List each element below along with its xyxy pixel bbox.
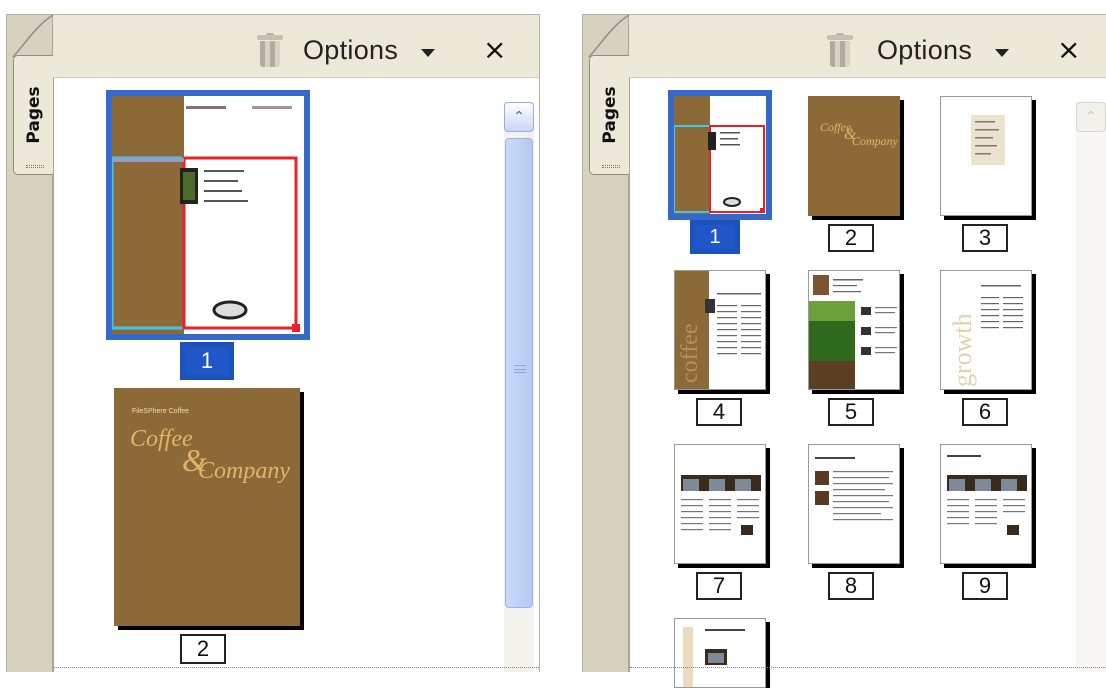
page-number-7[interactable]: 7 [696, 572, 742, 600]
tab-strip: Pages [7, 15, 54, 672]
page-thumbnail-8[interactable] [808, 444, 900, 564]
panel-header: Options × [53, 15, 539, 77]
page-number-8[interactable]: 8 [828, 572, 874, 600]
scroll-up-icon[interactable]: ⌃ [504, 102, 534, 132]
page-thumbnail-1[interactable] [674, 96, 766, 214]
page-6-preview: growth [948, 285, 1023, 387]
page-4-preview: coffee [675, 271, 761, 389]
page-thumbnail-10-partial[interactable] [674, 618, 766, 688]
page-thumbnail-6[interactable]: growth [940, 270, 1032, 390]
page-number-6[interactable]: 6 [962, 398, 1008, 426]
vertical-scrollbar[interactable]: ⌃ [1076, 102, 1106, 672]
caret-down-icon[interactable] [421, 49, 435, 57]
page-thumbnail-5[interactable] [808, 270, 900, 390]
pages-tab[interactable]: Pages [589, 55, 629, 175]
cover-heading: FileSPhere Coffee [132, 408, 190, 415]
vertical-scrollbar[interactable]: ⌃ [504, 102, 534, 672]
page-number-1[interactable]: 1 [180, 342, 234, 380]
pages-panel-right: Pages Options × 1 Coffee & Company 2 3 c… [582, 14, 1106, 688]
trash-icon[interactable] [827, 33, 853, 69]
pages-tab[interactable]: Pages [13, 55, 53, 175]
scroll-up-icon[interactable]: ⌃ [1076, 102, 1106, 132]
page-4-word: coffee [677, 323, 703, 383]
cover-title-line3: Company [852, 134, 898, 148]
page-thumbnail-9[interactable] [940, 444, 1032, 564]
page-9-preview [947, 455, 1027, 535]
panel-header: Options × [629, 15, 1106, 77]
page-10-preview [683, 627, 745, 687]
cover-title-line3: Company [198, 458, 290, 484]
close-icon[interactable]: × [1057, 33, 1080, 66]
caret-down-icon[interactable] [995, 49, 1009, 57]
page-number-5[interactable]: 5 [828, 398, 874, 426]
page-thumbnail-7[interactable] [674, 444, 766, 564]
page-1-preview [112, 96, 300, 334]
page-6-word: growth [948, 313, 977, 387]
bottom-divider [54, 667, 539, 672]
page-thumbnail-2[interactable]: FileSPhere Coffee Coffee & Company [114, 388, 300, 626]
page-number-1[interactable]: 1 [690, 220, 740, 254]
page-7-preview [681, 475, 761, 535]
tab-strip: Pages [583, 15, 630, 672]
trash-icon[interactable] [257, 33, 283, 69]
scroll-thumb[interactable] [505, 138, 533, 608]
page-number-4[interactable]: 4 [696, 398, 742, 426]
thumbnails-pane: 1 FileSPhere Coffee Coffee & Company 2 ⌃ [53, 77, 539, 672]
page-thumbnail-3[interactable] [940, 96, 1032, 216]
options-menu-button[interactable]: Options [877, 35, 972, 66]
page-thumbnail-4[interactable]: coffee [674, 270, 766, 390]
pages-tab-label: Pages [599, 86, 620, 144]
page-thumbnail-1[interactable] [112, 96, 304, 334]
page-1-preview [674, 96, 765, 214]
page-number-2[interactable]: 2 [828, 224, 874, 252]
page-5-preview [809, 275, 897, 389]
bottom-divider [630, 667, 1106, 672]
pages-panel-left: Pages Options × 1 FileSPhere Coffee Coff… [6, 14, 540, 672]
page-number-9[interactable]: 9 [962, 572, 1008, 600]
page-3-preview [971, 115, 1005, 165]
grip-icon [602, 165, 620, 168]
pages-tab-label: Pages [23, 86, 44, 144]
thumbnails-pane: 1 Coffee & Company 2 3 coffee 4 5 growth… [629, 77, 1106, 688]
scroll-grip-icon [514, 365, 526, 373]
page-number-2[interactable]: 2 [180, 634, 226, 664]
close-icon[interactable]: × [483, 33, 506, 66]
page-8-preview [815, 457, 893, 521]
options-menu-button[interactable]: Options [303, 35, 398, 66]
page-thumbnail-2[interactable]: Coffee & Company [808, 96, 900, 216]
grip-icon [26, 165, 44, 168]
page-number-3[interactable]: 3 [962, 224, 1008, 252]
